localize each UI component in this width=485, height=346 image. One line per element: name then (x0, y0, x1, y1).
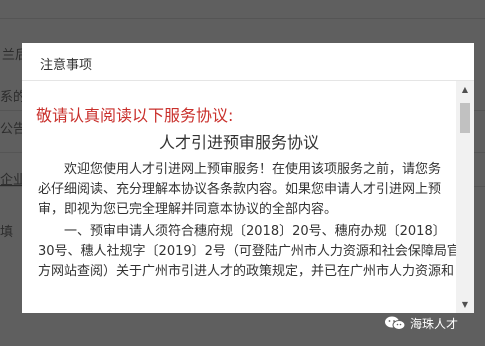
wechat-icon (385, 316, 406, 330)
dialog-body[interactable]: 敬请认真阅读以下服务协议: 人才引进预审服务协议 欢迎您使用人才引进网上预审服务… (22, 81, 456, 313)
agreement-paragraph: 欢迎您使用人才引进网上预审服务！在使用该项服务之前，请您务 必仔细阅读、充分理解… (38, 160, 448, 220)
watermark-text: 海珠人才 (410, 316, 459, 331)
scroll-up-icon[interactable]: ▲ (456, 81, 474, 98)
agreement-paragraph: 一、预审申请人须符合穗府规〔2018〕20号、穗府办规〔2018〕 30号、穗人… (38, 222, 456, 282)
dialog-header: 注意事项 (22, 43, 474, 81)
notice-dialog: 注意事项 敬请认真阅读以下服务协议: 人才引进预审服务协议 欢迎您使用人才引进网… (22, 43, 474, 313)
watermark: 海珠人才 (384, 312, 458, 334)
background-text: 填 (0, 225, 14, 240)
paragraph-line: 30号、穗人社规字〔2019〕2号（可登陆广州市人力资源和社会保障局官 (38, 244, 456, 259)
paragraph-line: 一、预审申请人须符合穗府规〔2018〕20号、穗府办规〔2018〕 (64, 224, 446, 239)
paragraph-line: 必仔细阅读、充分理解本协议各条款内容。如果您申请人才引进网上预 (38, 182, 442, 197)
agreement-title: 人才引进预审服务协议 (158, 133, 319, 152)
dialog-title: 注意事项 (40, 58, 93, 73)
scroll-down-icon[interactable]: ▼ (456, 296, 474, 313)
scrollbar-thumb[interactable] (460, 103, 470, 133)
background-divider (0, 18, 485, 19)
paragraph-line: 欢迎您使用人才引进网上预审服务！在使用该项服务之前，请您务 (64, 162, 442, 177)
warning-text: 敬请认真阅读以下服务协议: (36, 106, 234, 125)
dialog-scrollbar[interactable]: ▲ ▼ (456, 81, 474, 313)
paragraph-line: 审，即视为您已完全理解并同意本协议的全部内容。 (38, 202, 338, 217)
paragraph-line: 方网站查阅）关于广州市引进人才的政策规定，并已在广州市人力资源和 (38, 264, 455, 279)
